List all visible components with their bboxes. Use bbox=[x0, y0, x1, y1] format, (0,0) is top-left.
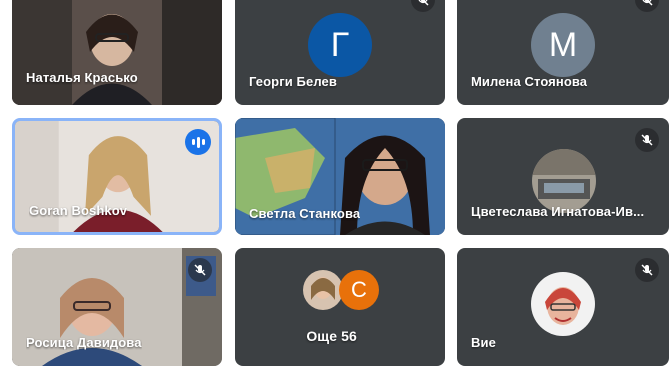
participant-tile[interactable]: Г Георги Белев bbox=[235, 0, 445, 105]
participant-name: Наталья Красько bbox=[26, 70, 138, 85]
avatar bbox=[531, 272, 595, 336]
participant-name: Цветеслава Игнатова-Ив... bbox=[471, 204, 645, 219]
mic-off-icon bbox=[635, 0, 659, 12]
self-view-tile[interactable]: Вие bbox=[457, 248, 669, 366]
mic-off-icon bbox=[635, 258, 659, 282]
participant-name: Светла Станкова bbox=[249, 206, 361, 221]
mic-off-icon bbox=[411, 0, 435, 12]
mic-off-icon bbox=[188, 258, 212, 282]
more-participants-label: Още 56 bbox=[306, 328, 357, 344]
mic-off-icon bbox=[635, 128, 659, 152]
participant-name: Росица Давидова bbox=[26, 335, 142, 350]
participant-name: Вие bbox=[471, 335, 496, 350]
participant-name: Милена Стоянова bbox=[471, 74, 588, 89]
participant-tile[interactable]: M Милена Стоянова bbox=[457, 0, 669, 105]
avatar: Г bbox=[308, 13, 372, 77]
avatar: C bbox=[339, 270, 379, 310]
participant-tile[interactable]: Светла Станкова bbox=[235, 118, 445, 235]
audio-level-icon bbox=[185, 129, 211, 155]
participant-tile[interactable]: Цветеслава Игнатова-Ив... bbox=[457, 118, 669, 235]
participant-name: Goran Boshkov bbox=[29, 203, 128, 218]
video-feed bbox=[12, 0, 222, 105]
participant-tile[interactable]: Росица Давидова bbox=[12, 248, 222, 366]
meeting-grid: Наталья Красько Г Георги Белев M Милена … bbox=[0, 0, 672, 372]
avatar bbox=[303, 270, 343, 310]
participant-tile-active-speaker[interactable]: Goran Boshkov bbox=[12, 118, 222, 235]
participant-tile[interactable]: Наталья Красько bbox=[12, 0, 222, 105]
participant-name: Георги Белев bbox=[249, 74, 337, 89]
more-participants-tile[interactable]: C Още 56 bbox=[235, 248, 445, 366]
avatar: M bbox=[531, 13, 595, 77]
